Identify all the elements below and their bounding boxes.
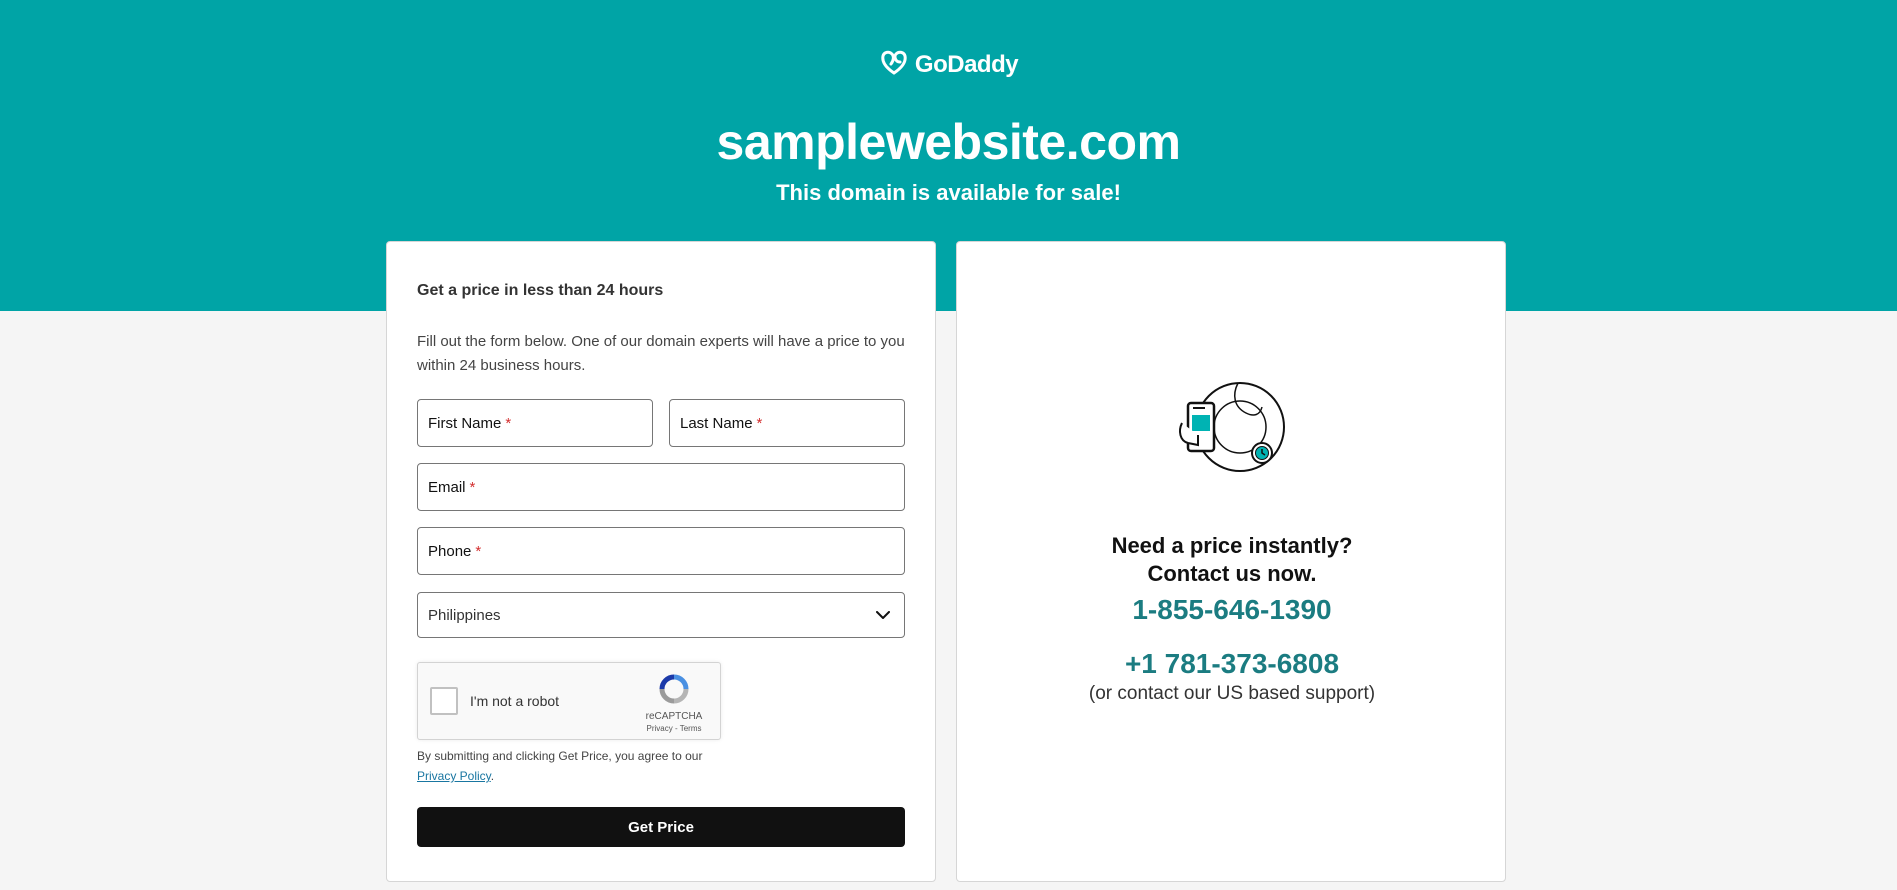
required-marker: * xyxy=(505,414,512,432)
recaptcha-separator: - xyxy=(674,724,678,733)
chevron-down-icon xyxy=(876,607,890,624)
contact-heading: Need a price instantly? Contact us now. xyxy=(957,532,1507,588)
agreement-text: By submitting and clicking Get Price, yo… xyxy=(417,749,703,763)
godaddy-logo-icon xyxy=(879,48,909,81)
recaptcha-privacy-link[interactable]: Privacy xyxy=(647,724,673,733)
form-heading: Get a price in less than 24 hours xyxy=(417,282,664,299)
last-name-label: Last Name xyxy=(680,414,753,432)
first-name-label: First Name xyxy=(428,414,502,432)
recaptcha-terms-link[interactable]: Terms xyxy=(680,724,702,733)
privacy-agreement: By submitting and clicking Get Price, yo… xyxy=(417,746,757,786)
get-price-button[interactable]: Get Price xyxy=(417,807,905,847)
domain-title: samplewebsite.com xyxy=(716,114,1181,170)
price-form-card: Get a price in less than 24 hours Fill o… xyxy=(386,241,936,882)
form-description: Fill out the form below. One of our doma… xyxy=(417,333,905,374)
privacy-policy-link[interactable]: Privacy Policy xyxy=(417,769,491,783)
required-marker: * xyxy=(756,414,763,432)
us-support-note: (or contact our US based support) xyxy=(1088,683,1376,704)
required-marker: * xyxy=(475,542,482,560)
logo-text: GoDaddy xyxy=(914,50,1019,78)
recaptcha-checkbox[interactable] xyxy=(430,687,458,715)
country-selected-value: Philippines xyxy=(428,606,501,624)
country-select[interactable]: Philippines xyxy=(417,592,905,638)
first-name-field[interactable]: First Name * xyxy=(417,399,653,447)
phone-with-clock-icon xyxy=(1172,377,1292,492)
required-marker: * xyxy=(469,478,476,496)
us-phone-link[interactable]: +1 781-373-6808 xyxy=(957,648,1507,680)
brand-logo[interactable]: GoDaddy xyxy=(0,48,1897,81)
contact-card: Need a price instantly? Contact us now. … xyxy=(956,241,1506,882)
email-label: Email xyxy=(428,478,466,496)
phone-field[interactable]: Phone * xyxy=(417,527,905,575)
phone-label: Phone xyxy=(428,542,472,560)
recaptcha-logo-icon xyxy=(658,673,690,710)
recaptcha-links: Privacy - Terms xyxy=(640,724,708,733)
agreement-period: . xyxy=(490,769,495,783)
contact-heading-line1: Need a price instantly? xyxy=(1111,533,1353,558)
recaptcha-widget: I'm not a robot reCAPTCHA Privacy - Term… xyxy=(417,662,721,740)
contact-heading-line2: Contact us now. xyxy=(1147,561,1317,586)
domain-sale-subtitle: This domain is available for sale! xyxy=(776,180,1121,205)
recaptcha-brand: reCAPTCHA xyxy=(645,711,703,722)
hero-banner: GoDaddy samplewebsite.com This domain is… xyxy=(0,0,1897,311)
last-name-field[interactable]: Last Name * xyxy=(669,399,905,447)
primary-phone-link[interactable]: 1-855-646-1390 xyxy=(957,594,1507,626)
recaptcha-label: I'm not a robot xyxy=(470,693,560,709)
email-field[interactable]: Email * xyxy=(417,463,905,511)
